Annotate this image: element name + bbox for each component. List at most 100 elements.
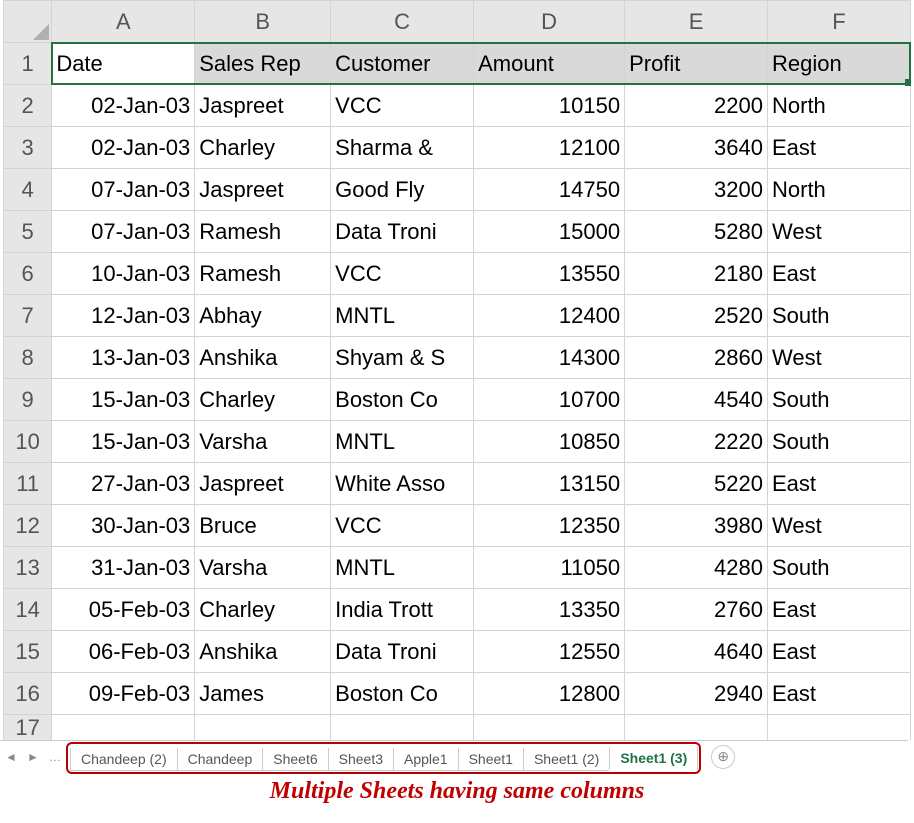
cell[interactable]: Bruce — [195, 505, 331, 547]
cell[interactable]: 07-Jan-03 — [52, 169, 195, 211]
cell[interactable]: West — [768, 337, 911, 379]
row-header[interactable]: 9 — [4, 379, 52, 421]
row-header[interactable]: 11 — [4, 463, 52, 505]
sheet-tab[interactable]: Sheet3 — [328, 748, 394, 771]
cell[interactable]: Jaspreet — [195, 463, 331, 505]
row-header[interactable]: 4 — [4, 169, 52, 211]
cell[interactable]: 06-Feb-03 — [52, 631, 195, 673]
cell[interactable]: West — [768, 211, 911, 253]
sheet-tab[interactable]: Sheet1 — [458, 748, 524, 771]
row-header[interactable]: 16 — [4, 673, 52, 715]
cell[interactable]: 14300 — [474, 337, 625, 379]
cell[interactable]: South — [768, 379, 911, 421]
cell[interactable]: 15-Jan-03 — [52, 379, 195, 421]
row-header[interactable]: 8 — [4, 337, 52, 379]
cell[interactable]: 2520 — [625, 295, 768, 337]
sheet-tab[interactable]: Chandeep (2) — [70, 748, 178, 771]
cell[interactable]: 05-Feb-03 — [52, 589, 195, 631]
cell[interactable]: 07-Jan-03 — [52, 211, 195, 253]
cell[interactable]: Charley — [195, 127, 331, 169]
cell[interactable]: 2940 — [625, 673, 768, 715]
cell[interactable]: North — [768, 169, 911, 211]
row-header[interactable]: 10 — [4, 421, 52, 463]
cell[interactable]: Sharma & — [331, 127, 474, 169]
cell[interactable] — [625, 715, 768, 741]
cell[interactable]: East — [768, 631, 911, 673]
cell[interactable]: 3980 — [625, 505, 768, 547]
cell[interactable]: 3640 — [625, 127, 768, 169]
header-cell[interactable]: Date — [52, 43, 195, 85]
cell[interactable]: South — [768, 295, 911, 337]
sheet-tab[interactable]: Sheet1 (2) — [523, 748, 610, 771]
cell[interactable]: Charley — [195, 379, 331, 421]
tab-scroll-prev[interactable]: ◄ — [0, 746, 22, 768]
row-header[interactable]: 7 — [4, 295, 52, 337]
sheet-tab[interactable]: Chandeep — [177, 748, 264, 771]
cell[interactable]: 12-Jan-03 — [52, 295, 195, 337]
sheet-tab[interactable]: Apple1 — [393, 748, 459, 771]
cell[interactable]: Charley — [195, 589, 331, 631]
header-cell[interactable]: Region — [768, 43, 911, 85]
cell[interactable]: 12800 — [474, 673, 625, 715]
cell[interactable]: 13550 — [474, 253, 625, 295]
cell[interactable]: 12100 — [474, 127, 625, 169]
cell[interactable]: 12350 — [474, 505, 625, 547]
cell[interactable]: White Asso — [331, 463, 474, 505]
column-header[interactable]: F — [768, 1, 911, 43]
cell[interactable]: West — [768, 505, 911, 547]
cell[interactable]: Boston Co — [331, 379, 474, 421]
cell[interactable]: James — [195, 673, 331, 715]
column-header[interactable]: A — [52, 1, 195, 43]
cell[interactable]: 31-Jan-03 — [52, 547, 195, 589]
cell[interactable]: 15000 — [474, 211, 625, 253]
cell[interactable] — [195, 715, 331, 741]
row-header[interactable]: 15 — [4, 631, 52, 673]
cell[interactable]: MNTL — [331, 547, 474, 589]
row-header[interactable]: 17 — [4, 715, 52, 741]
cell[interactable]: VCC — [331, 505, 474, 547]
cell[interactable]: 15-Jan-03 — [52, 421, 195, 463]
cell[interactable]: 4640 — [625, 631, 768, 673]
cell[interactable]: Abhay — [195, 295, 331, 337]
cell[interactable]: 4280 — [625, 547, 768, 589]
cell[interactable]: 02-Jan-03 — [52, 85, 195, 127]
cell[interactable]: 13150 — [474, 463, 625, 505]
cell[interactable]: VCC — [331, 85, 474, 127]
column-header[interactable]: D — [474, 1, 625, 43]
cell[interactable]: 14750 — [474, 169, 625, 211]
cell[interactable]: North — [768, 85, 911, 127]
cell[interactable]: 2200 — [625, 85, 768, 127]
cell[interactable]: Ramesh — [195, 253, 331, 295]
cell[interactable]: 13350 — [474, 589, 625, 631]
header-cell[interactable]: Customer — [331, 43, 474, 85]
sheet-tab[interactable]: Sheet6 — [262, 748, 328, 771]
tab-scroll-next[interactable]: ► — [22, 746, 44, 768]
row-header[interactable]: 2 — [4, 85, 52, 127]
cell[interactable]: 10700 — [474, 379, 625, 421]
cell[interactable]: Data Troni — [331, 211, 474, 253]
row-header[interactable]: 13 — [4, 547, 52, 589]
row-header[interactable]: 6 — [4, 253, 52, 295]
cell[interactable]: East — [768, 589, 911, 631]
cell[interactable] — [768, 715, 911, 741]
header-cell[interactable]: Profit — [625, 43, 768, 85]
cell[interactable] — [474, 715, 625, 741]
cell[interactable]: MNTL — [331, 421, 474, 463]
cell[interactable]: 4540 — [625, 379, 768, 421]
cell[interactable]: 2860 — [625, 337, 768, 379]
cell[interactable]: Boston Co — [331, 673, 474, 715]
cell[interactable]: Shyam & S — [331, 337, 474, 379]
cell[interactable]: East — [768, 673, 911, 715]
cell[interactable]: 3200 — [625, 169, 768, 211]
cell[interactable]: 12550 — [474, 631, 625, 673]
row-header[interactable]: 5 — [4, 211, 52, 253]
cell[interactable]: East — [768, 463, 911, 505]
cell[interactable]: 2220 — [625, 421, 768, 463]
add-sheet-button[interactable]: ⊕ — [711, 745, 735, 769]
cell[interactable]: Varsha — [195, 421, 331, 463]
cell[interactable]: 13-Jan-03 — [52, 337, 195, 379]
sheet-tab[interactable]: Sheet1 (3) — [609, 747, 698, 771]
cell[interactable] — [331, 715, 474, 741]
cell[interactable]: 2760 — [625, 589, 768, 631]
cell[interactable]: VCC — [331, 253, 474, 295]
